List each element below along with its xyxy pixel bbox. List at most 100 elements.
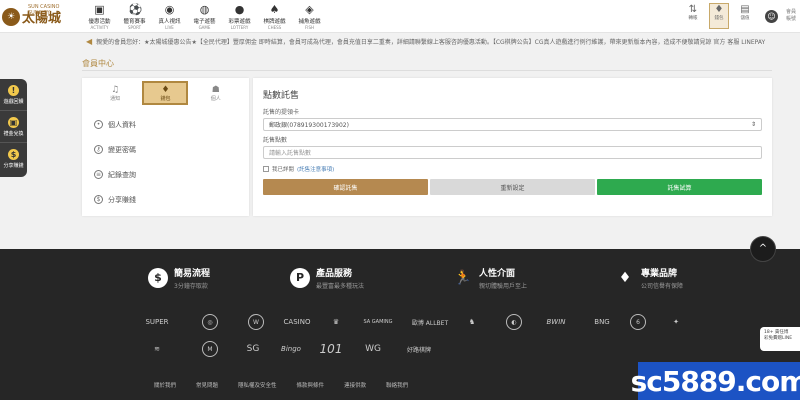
runner-icon: 🏃 [454,270,472,286]
cards-icon: ♠ [269,3,280,16]
float-tab-rebate[interactable]: ! 遊戲回饋 [0,79,27,111]
float-tab-gift[interactable]: ▣ 禮金兌換 [0,111,27,143]
float-tab-label: 遊戲回饋 [3,98,24,105]
nav-sub: LIVE [165,25,174,30]
nav-item-sport[interactable]: ⚽ 體育賽事 SPORT [117,2,152,32]
sidebar-item-profile[interactable]: • 個人資料 [94,112,237,137]
brand-logo: 好路棋牌 [406,346,431,354]
nav-item-live[interactable]: ◉ 真人視訊 LIVE [152,2,187,32]
gift-icon: ▣ [94,3,105,16]
announcement-marquee: ◀ 親愛的會員您好：★太陽城優惠公告★【全民代理】豐厚佣金 即時結算，會員可成為… [80,34,800,48]
back-to-top-button[interactable]: ^ [750,236,776,262]
brand-logo: W [248,314,264,330]
user-line1: 會員 [786,9,797,15]
nav-item-chess[interactable]: ♠ 棋牌遊戲 CHESS [257,2,292,32]
footer-link[interactable]: 條款與條件 [297,381,325,389]
agree-row: 我已詳閱 (託售注意事項) [263,165,762,173]
nav-label: 捕魚遊戲 [298,19,321,25]
parking-icon: P [290,268,310,288]
submit-button[interactable]: 確認託售 [263,179,428,195]
diamond-icon: ♦ [618,270,632,286]
reset-button[interactable]: 重新設定 [430,179,595,195]
main-nav: ▣ 優惠活動 ACTIVITY ⚽ 體育賽事 SPORT ◉ 真人視訊 LIVE… [82,2,327,32]
brand-logo: ✦ [673,318,679,326]
nav-label: 體育賽事 [123,19,146,25]
logo[interactable]: ☀ 太陽城 SUN CASINO SUNCITY [2,2,74,31]
footer-link[interactable]: 聯絡我們 [386,381,408,389]
nav-sub: LOTTERY [230,25,249,30]
feature-title: 產品服務 [316,269,353,279]
nav-sub: SPORT [127,25,142,30]
sidebar-item-label: 紀錄查詢 [108,170,136,179]
sidebar-item-password[interactable]: ⚷ 變更密碼 [94,137,237,162]
popup-line2: 彩免費贈LINE [764,336,793,341]
card-select-value: 郵政銀(078919300173902) [269,122,349,129]
form-buttons: 確認託售 重新設定 託售試算 [263,179,762,195]
chip-icon: ◉ [164,3,175,16]
float-tab-share[interactable]: $ 分享賺錢 [0,143,27,175]
brand-logo: SA GAMING [363,319,393,325]
side-promo-popup[interactable]: 18+ 責任博 彩免費贈LINE [760,327,800,351]
tab-label: 個人 [210,95,221,102]
brand-logo: WG [365,344,381,354]
footer-link[interactable]: 關於我們 [154,381,176,389]
avatar[interactable]: ☺ [765,9,778,23]
feature-title: 專業品牌 [641,269,678,279]
nav-item-activity[interactable]: ▣ 優惠活動 ACTIVITY [82,2,117,32]
form-title: 點數託售 [263,91,300,101]
nav-sub: CHESS [267,25,282,30]
user-icon: ☗ [211,84,220,95]
tab-wallet[interactable]: ♦ 錢包 [142,81,189,105]
watermark: sc5889.com [631,362,800,400]
tab-notice[interactable]: ♫ 通知 [92,81,138,105]
sidebar-item-share[interactable]: $ 分享賺錢 [94,187,237,212]
tab-label: 錢包 [160,95,171,102]
footer-link[interactable]: 常見問題 [196,381,218,389]
sidebar-item-records[interactable]: ≡ 紀錄查詢 [94,162,237,187]
brand-logo: ♛ [332,318,340,326]
user-line2: 帳號 [786,16,797,22]
brand-logos-row2: ≋ M SG Bingo 101 WG 好路棋牌 [140,341,436,357]
trial-calc-button[interactable]: 託售試算 [597,179,762,195]
share-icon: $ [94,195,103,204]
sidebar-item-label: 個人資料 [108,120,136,129]
ball-icon: ⚽ [128,3,143,16]
sidebar-item-label: 變更密碼 [108,145,136,154]
feature-title: 簡易流程 [174,269,211,279]
wallet-button[interactable]: ♦ 錢包 [709,3,729,29]
top-navbar: ☀ 太陽城 SUN CASINO SUNCITY ▣ 優惠活動 ACTIVITY… [0,0,800,33]
footer-link[interactable]: 連接供款 [344,381,366,389]
brand-logo: SUPER [145,318,169,326]
alert-icon: ! [8,84,19,96]
nav-item-fish[interactable]: ◈ 捕魚遊戲 FISH [292,2,327,32]
fish-icon: ◈ [305,3,314,16]
deposit-button[interactable]: ▤ 儲值 [735,3,755,29]
brand-logo: BNG [594,318,610,326]
nav-sub: ACTIVITY [90,25,109,30]
footer-link[interactable]: 隱私權及安全性 [238,381,277,389]
sidebar-item-label: 分享賺錢 [108,195,136,204]
nav-item-lottery[interactable]: ● 彩票遊戲 LOTTERY [222,2,257,32]
nav-sub: FISH [304,25,315,30]
gamepad-icon: ◍ [199,3,210,16]
feature-product-service: P 產品服務 最豐富最多種玩法 [290,266,364,290]
user-info[interactable]: 會員 帳號 [786,9,800,23]
sun-logo-icon: ☀ [2,7,20,26]
record-icon: ≡ [94,170,103,179]
feature-sub: 親切體驗用戶至上 [479,283,528,290]
card-select[interactable]: 郵政銀(078919300173902) ⇕ [263,118,762,131]
transfer-button[interactable]: ⇅ 轉帳 [683,3,703,29]
brand-logo: 6 [630,314,646,330]
deposit-label: 儲值 [740,16,750,21]
float-tab-label: 分享賺錢 [3,163,24,169]
withdraw-form-card: 點數託售 託售的提領卡 郵政銀(078919300173902) ⇕ 託售點數 … [253,78,772,216]
vip-icon: ▤ [740,4,750,15]
amount-input[interactable]: 請輸入託售點數 [263,146,762,159]
title-divider [82,70,772,71]
nav-item-game[interactable]: ◍ 電子遊藝 GAME [187,2,222,32]
tab-label: 通知 [110,95,121,102]
tab-profile[interactable]: ☗ 個人 [193,81,239,105]
agree-text: 我已詳閱 [272,167,295,173]
terms-link[interactable]: (託售注意事項) [297,165,334,173]
agree-checkbox[interactable] [263,166,269,172]
